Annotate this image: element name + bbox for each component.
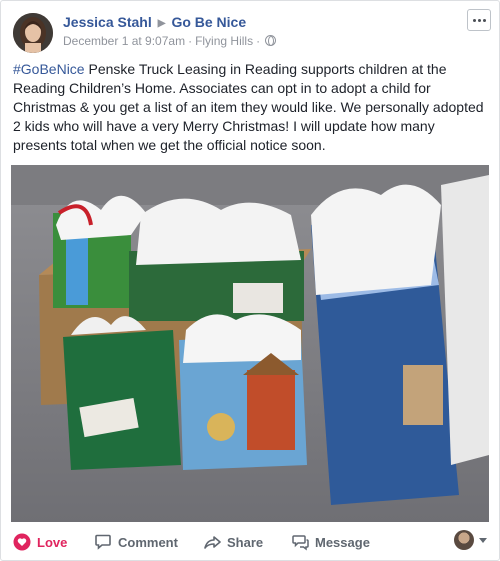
- reaction-selector[interactable]: [454, 530, 487, 550]
- group-name[interactable]: Go Be Nice: [171, 14, 246, 30]
- chevron-down-icon: [479, 537, 487, 543]
- avatar: [454, 530, 474, 550]
- separator: ·: [256, 34, 261, 48]
- love-button[interactable]: Love: [13, 528, 67, 556]
- share-label: Share: [227, 534, 264, 550]
- comment-label: Comment: [118, 534, 178, 550]
- share-icon: [203, 533, 221, 551]
- post-timestamp[interactable]: December 1 at 9:07am: [63, 34, 185, 48]
- post-actions: Love Comment Share Message: [13, 528, 487, 558]
- comment-icon: [94, 533, 112, 551]
- message-button[interactable]: Message: [291, 528, 370, 556]
- post-meta: December 1 at 9:07am · Flying Hills ·: [63, 34, 277, 48]
- post-header: Jessica Stahl ▶ Go Be Nice December 1 at 9…: [13, 9, 491, 57]
- love-label: Love: [37, 534, 68, 550]
- post-text: #GoBeNice Penske Truck Leasing in Readin…: [13, 60, 489, 155]
- separator: ·: [188, 34, 193, 48]
- comment-button[interactable]: Comment: [94, 528, 178, 556]
- arrow-right-icon: ▶: [157, 18, 166, 29]
- message-label: Message: [315, 534, 370, 550]
- author-line: Jessica Stahl ▶ Go Be Nice: [63, 14, 246, 30]
- post-card: Jessica Stahl ▶ Go Be Nice December 1 at 9…: [0, 0, 500, 561]
- heart-icon: [13, 533, 31, 551]
- avatar[interactable]: [13, 13, 53, 53]
- message-icon: [291, 533, 309, 551]
- more-icon[interactable]: [467, 9, 491, 31]
- share-button[interactable]: Share: [203, 528, 263, 556]
- globe-icon[interactable]: [265, 35, 277, 46]
- author-name[interactable]: Jessica Stahl: [63, 14, 152, 30]
- hashtag-link[interactable]: #GoBeNice: [13, 61, 85, 77]
- post-photo[interactable]: [11, 165, 489, 522]
- post-location[interactable]: Flying Hills: [195, 34, 253, 48]
